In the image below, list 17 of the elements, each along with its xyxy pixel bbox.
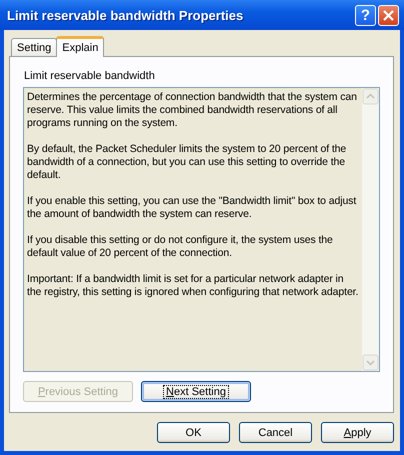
help-button[interactable]: ? xyxy=(355,4,376,26)
tab[interactable]: Setting xyxy=(11,38,58,56)
explain-paragraph: If you disable this setting or do not configure it, the system uses the default value of 20 percent of the connection. xyxy=(27,234,334,260)
explain-paragraph: If you enable this setting, you can use the "Bandwidth limit" box to adjust the amount of bandwidth the system can reserve. xyxy=(27,195,358,221)
dialog-button[interactable]: Apply xyxy=(321,422,394,443)
window-title: Limit reservable bandwidth Properties xyxy=(7,8,244,22)
explain-paragraph: Determines the percentage of connection bandwidth that the system can reserve. This value limits the combined bandwidth reservations of all programs running on the system. xyxy=(27,91,358,130)
dialog-button[interactable]: Cancel xyxy=(239,422,312,443)
close-icon xyxy=(383,10,394,20)
explain-paragraph: Important: If a bandwidth limit is set for a particular network adapter in the registry, this setting is ignored when configuring that network adapter. xyxy=(27,273,359,299)
close-button[interactable] xyxy=(378,4,399,26)
next-setting-button[interactable]: Next Setting xyxy=(141,381,251,402)
vertical-scrollbar[interactable] xyxy=(362,88,379,371)
setting-heading: Limit reservable bandwidth xyxy=(24,70,156,82)
dialog-button[interactable]: OK xyxy=(157,422,230,443)
explain-paragraph: By default, the Packet Scheduler limits the system to 20 percent of the bandwidth of a connection, but you can use this setting to override the default. xyxy=(27,143,348,182)
tab[interactable]: Explain xyxy=(56,36,104,57)
